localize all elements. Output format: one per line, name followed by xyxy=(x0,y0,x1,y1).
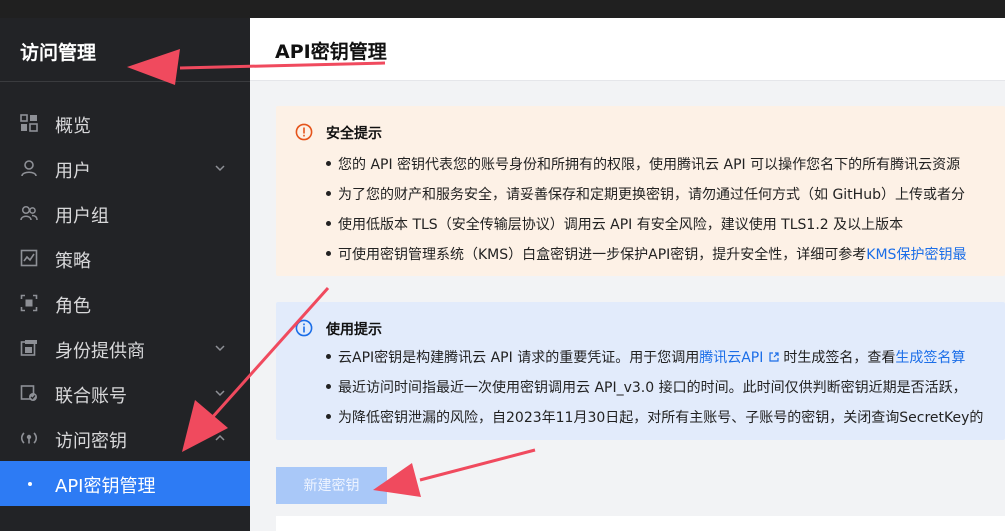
security-line-text: 可使用密钥管理系统（KMS）白盒密钥进一步保护API密钥，提升安全性，详细可参考 xyxy=(338,247,867,263)
top-bar xyxy=(0,0,1005,18)
role-icon xyxy=(20,294,38,312)
key-table xyxy=(276,516,1005,531)
sidebar-item-label: 角色 xyxy=(55,296,91,317)
page-header: API密钥管理 xyxy=(250,18,1005,81)
usage-line-text: 云API密钥是构建腾讯云 API 请求的重要凭证。用于您调用 xyxy=(338,350,700,366)
federated-account-icon xyxy=(20,385,37,401)
sidebar-item-label: 访问密钥 xyxy=(55,431,127,452)
main-content: API密钥管理 安全提示 您的 API 密钥代表您的账号身份和所拥有的权限，使用… xyxy=(250,18,1005,531)
sidebar-item-user-groups[interactable]: 用户组 xyxy=(0,191,250,236)
security-line: 您的 API 密钥代表您的账号身份和所拥有的权限，使用腾讯云 API 可以操作您… xyxy=(326,154,960,174)
security-notice: 安全提示 您的 API 密钥代表您的账号身份和所拥有的权限，使用腾讯云 API … xyxy=(276,106,1005,276)
key-icon xyxy=(20,432,38,444)
idp-icon xyxy=(20,340,37,356)
info-icon xyxy=(295,319,313,337)
external-link-icon xyxy=(769,352,779,362)
sidebar-item-label: 概览 xyxy=(55,116,91,137)
security-line: 使用低版本 TLS（安全传输层协议）调用云 API 有安全风险，建议使用 TLS… xyxy=(326,214,903,234)
sidebar-item-users[interactable]: 用户 xyxy=(0,146,250,191)
usage-notice: 使用提示 云API密钥是构建腾讯云 API 请求的重要凭证。用于您调用腾讯云AP… xyxy=(276,302,1005,440)
sidebar-item-label: 身份提供商 xyxy=(55,341,145,362)
chevron-up-icon xyxy=(215,434,225,441)
grid-icon xyxy=(20,114,38,132)
sidebar-item-label: 用户 xyxy=(55,161,91,182)
policy-icon xyxy=(20,249,38,267)
sidebar-item-overview[interactable]: 概览 xyxy=(0,101,250,146)
sidebar-item-api-key-management[interactable]: API密钥管理 xyxy=(0,461,250,506)
sidebar-item-policies[interactable]: 策略 xyxy=(0,236,250,281)
security-line: 为了您的财产和服务安全，请妥善保存和定期更换密钥，请勿通过任何方式（如 GitH… xyxy=(326,184,965,204)
security-line: 可使用密钥管理系统（KMS）白盒密钥进一步保护API密钥，提升安全性，详细可参考… xyxy=(326,244,966,264)
usage-line: 最近访问时间指最近一次使用密钥调用云 API_v3.0 接口的时间。此时间仅供判… xyxy=(326,377,967,397)
usage-notice-title: 使用提示 xyxy=(326,322,382,338)
chevron-down-icon xyxy=(215,345,225,352)
sidebar-item-label: API密钥管理 xyxy=(55,476,156,497)
sidebar-item-label: 联合账号 xyxy=(55,386,127,407)
page-title: API密钥管理 xyxy=(275,41,387,63)
chevron-down-icon xyxy=(215,165,225,172)
sidebar-item-label: 用户组 xyxy=(55,206,109,227)
sidebar-item-federated-accounts[interactable]: 联合账号 xyxy=(0,371,250,416)
signature-algorithm-link[interactable]: 生成签名算 xyxy=(895,350,965,366)
users-icon xyxy=(20,205,38,221)
usage-line: 云API密钥是构建腾讯云 API 请求的重要凭证。用于您调用腾讯云API 时生成签… xyxy=(326,347,965,367)
user-icon xyxy=(21,160,37,177)
chevron-down-icon xyxy=(215,390,225,397)
sidebar-divider xyxy=(0,81,250,82)
tencent-cloud-api-link[interactable]: 腾讯云API xyxy=(699,350,763,366)
sidebar-item-access-keys[interactable]: 访问密钥 xyxy=(0,416,250,461)
new-key-button[interactable]: 新建密钥 xyxy=(276,467,387,504)
security-notice-title: 安全提示 xyxy=(326,126,382,142)
sidebar-title: 访问管理 xyxy=(20,42,97,64)
usage-line-text: 时生成签名，查看 xyxy=(783,350,896,366)
sidebar-item-identity-providers[interactable]: 身份提供商 xyxy=(0,326,250,371)
warning-icon xyxy=(295,123,313,141)
sidebar-item-label: 策略 xyxy=(55,251,91,272)
usage-line: 为降低密钥泄漏的风险，自2023年11月30日起，对所有主账号、子账号的密钥，关… xyxy=(326,407,983,427)
active-dot xyxy=(28,482,32,486)
sidebar-item-roles[interactable]: 角色 xyxy=(0,281,250,326)
kms-guide-link[interactable]: KMS保护密钥最 xyxy=(866,247,966,263)
sidebar: 访问管理 概览 用户 用户组 策略 角色 身份提供商 联合账号 访问密钥 API… xyxy=(0,18,250,531)
